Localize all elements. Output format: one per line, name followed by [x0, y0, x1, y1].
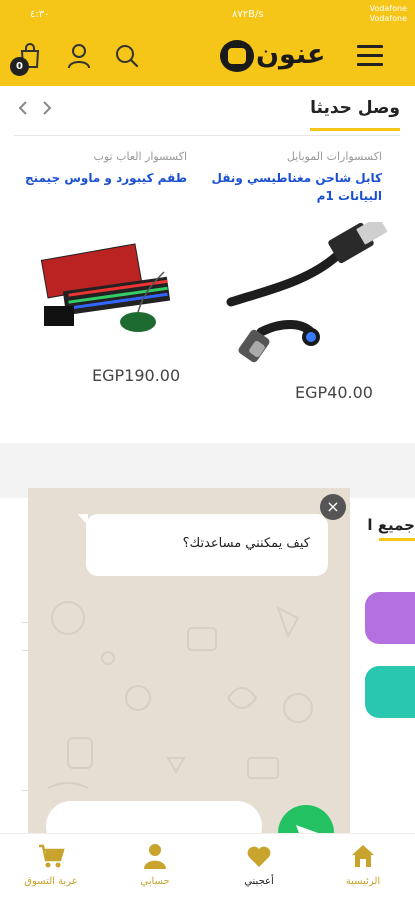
logo-badge-icon [220, 40, 254, 72]
recent-section-header: وصل حديثا [14, 96, 400, 136]
close-icon[interactable]: × [320, 494, 346, 520]
logo[interactable]: عنون [218, 38, 325, 74]
product-image[interactable] [34, 222, 184, 342]
chevron-right-icon[interactable] [43, 101, 52, 115]
chat-message-bubble: كيف يمكنني مساعدتك؟ [78, 514, 328, 576]
section-title: وصل حديثا [310, 98, 400, 131]
nav-label: حسابي [140, 876, 170, 887]
menu-icon[interactable] [357, 45, 383, 67]
nav-item-home[interactable]: الرئيسية [323, 842, 403, 887]
cart-icon [39, 844, 65, 868]
carrier-1: Vodafone [369, 4, 407, 13]
product-name[interactable]: كابل شاحن مغناطيسي ونقل البيانات 1م [207, 169, 382, 205]
cart-count-badge: 0 [10, 57, 29, 76]
nav-item-account[interactable]: حسابي [115, 842, 195, 887]
logo-text: عنون [256, 39, 326, 70]
carrier-info: Vodafone Vodafone [370, 4, 407, 24]
product-name[interactable]: طقم كيبورد و ماوس جيمنج [12, 169, 187, 187]
section2-underline [379, 538, 415, 541]
chat-popup: كيف يمكنني مساعدتك؟ [28, 488, 350, 848]
status-bar: ٤:٣٠ ٨٧٢B/s Vodafone Vodafone [0, 0, 415, 30]
nav-item-cart[interactable]: عربة التسوق [11, 842, 91, 887]
chevron-left-icon[interactable] [18, 101, 27, 115]
network-speed: ٨٧٢B/s [232, 9, 264, 20]
carrier-2: Vodafone [369, 14, 407, 23]
bottom-navigation: الرئيسية أعجبني حسابي عربة التسوق [0, 833, 415, 900]
category-thumbnail[interactable] [365, 666, 415, 718]
user-icon [144, 844, 166, 869]
nav-label: أعجبني [244, 876, 274, 887]
nav-label: الرئيسية [345, 876, 381, 887]
nav-label: عربة التسوق [24, 876, 78, 887]
product-price: EGP190.00 [92, 366, 181, 385]
product-price: EGP40.00 [295, 383, 373, 402]
carousel-arrows [18, 101, 52, 115]
heart-icon [247, 846, 271, 867]
product-category[interactable]: اكسسوار العاب توب [12, 150, 187, 163]
chat-message-text: كيف يمكنني مساعدتك؟ [182, 536, 310, 551]
all-categories-title: جميع ا [367, 516, 415, 534]
account-icon[interactable] [65, 42, 93, 70]
product-image[interactable] [221, 222, 391, 372]
product-card[interactable]: اكسسوارات الموبايل كابل شاحن مغناطيسي ون… [207, 150, 388, 402]
product-card[interactable]: اكسسوار العاب توب طقم كيبورد و ماوس جيمن… [12, 150, 187, 385]
app-header: عنون 0 [0, 30, 415, 86]
product-category[interactable]: اكسسوارات الموبايل [207, 150, 382, 163]
status-time: ٤:٣٠ [30, 9, 50, 20]
search-icon[interactable] [113, 42, 141, 70]
nav-item-favorites[interactable]: أعجبني [219, 842, 299, 887]
category-thumbnail[interactable] [365, 592, 415, 644]
home-icon [352, 845, 374, 867]
